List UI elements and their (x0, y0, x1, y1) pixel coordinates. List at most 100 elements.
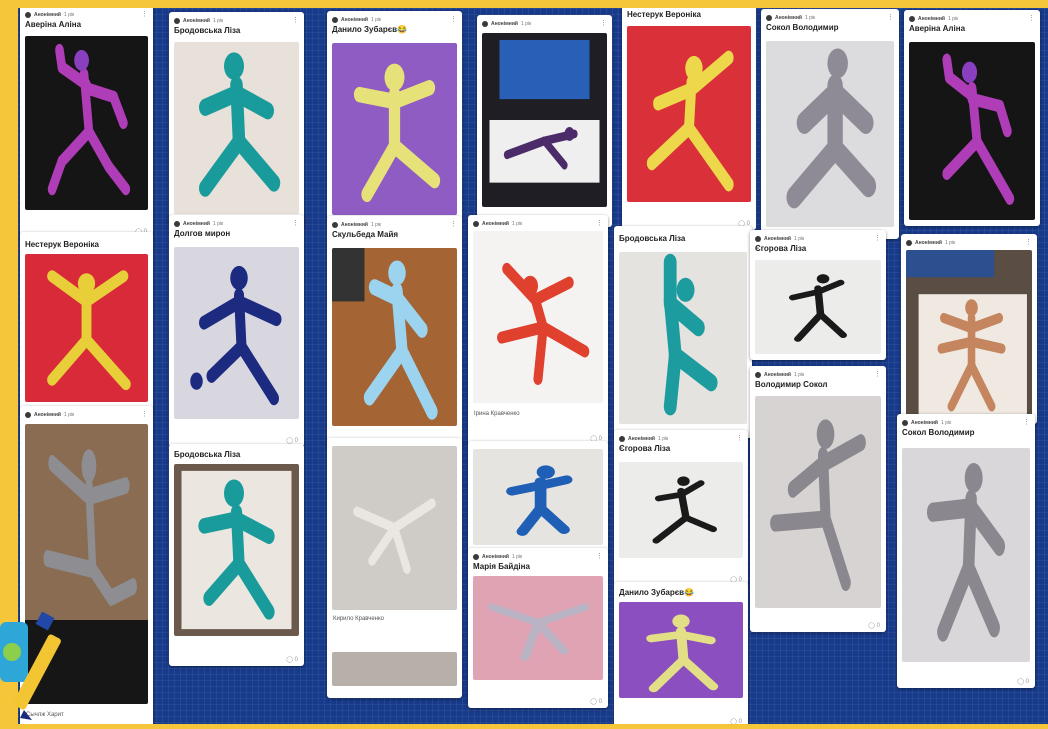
post-image[interactable] (332, 43, 457, 215)
post-author: Анонімний (183, 221, 210, 227)
post-title: Аверіна Аліна (909, 24, 966, 33)
post-card[interactable]: Анонімний 1 рік ⋮ Сокол Володимир ◯ 0 (897, 414, 1035, 688)
comment-icon[interactable]: ◯ 0 (730, 718, 742, 724)
avatar (174, 221, 180, 227)
post-time: 1 рік (944, 240, 956, 246)
post-image[interactable] (332, 446, 457, 610)
post-image[interactable] (332, 248, 457, 426)
post-card[interactable]: Данило Зубарєв😂 ◯ 0 (614, 582, 748, 724)
post-card[interactable]: Нестерук Вероніка (20, 232, 153, 412)
post-time: 1 рік (212, 18, 224, 24)
post-image[interactable] (482, 33, 607, 207)
post-card[interactable]: Кирило Кравченко (327, 438, 462, 698)
more-options-icon[interactable]: ⋮ (450, 16, 457, 23)
post-card[interactable]: Анонімний 1 рік ⋮ Долгов мирон ◯ 0 (169, 215, 304, 447)
post-image[interactable] (627, 26, 751, 202)
post-image[interactable] (473, 231, 603, 403)
post-card[interactable]: Нестерук Вероніка ◯ 0 (622, 8, 756, 230)
more-options-icon[interactable]: ⋮ (887, 14, 894, 21)
post-image[interactable] (909, 42, 1035, 220)
post-meta: Анонімний 1 рік ⋮ (902, 418, 1030, 428)
padlet-board: Анонімний1 рік⋮ Аверіна Аліна ◯ 0 Нестер… (18, 8, 1048, 724)
more-options-icon[interactable]: ⋮ (600, 20, 607, 27)
post-image[interactable] (906, 250, 1032, 420)
post-meta: Анонімний 1 рік ⋮ (755, 370, 881, 380)
post-card[interactable]: Анонімний 1 рік ⋮ Данило Зубарєв😂 (327, 11, 462, 221)
post-title: Нестерук Вероніка (627, 10, 701, 19)
post-card[interactable]: Анонімний 1 рік ⋮ Бродовська Ліза (169, 12, 304, 226)
mascot-illustration (0, 592, 80, 724)
more-options-icon[interactable]: ⋮ (292, 220, 299, 227)
post-title: Бродовська Ліза (619, 234, 686, 243)
post-title: Скульбеда Майя (332, 230, 399, 239)
post-image[interactable] (473, 449, 603, 545)
post-author: Анонімний (915, 240, 942, 246)
comment-icon[interactable]: ◯ 0 (590, 698, 602, 705)
post-card[interactable]: Анонімний1 рік⋮ Аверіна Аліна ◯ 0 (20, 8, 153, 238)
post-image[interactable] (766, 41, 894, 227)
post-time: 1 рік (63, 12, 75, 18)
more-options-icon[interactable]: ⋮ (1025, 239, 1032, 246)
post-card[interactable]: Анонімний 1 рік ⋮ (901, 234, 1037, 424)
comment-icon[interactable]: ◯ 0 (1017, 678, 1029, 685)
post-card[interactable]: Бродовська Ліза (614, 226, 752, 438)
more-options-icon[interactable]: ⋮ (874, 371, 881, 378)
more-options-icon[interactable]: ⋮ (736, 435, 743, 442)
post-time: 1 рік (793, 372, 805, 378)
post-image[interactable] (473, 576, 603, 680)
post-image[interactable] (755, 396, 881, 608)
post-image[interactable] (174, 42, 299, 214)
post-title: Бродовська Ліза (174, 450, 241, 459)
post-title: Данило Зубарєв😂 (332, 25, 408, 34)
more-options-icon[interactable]: ⋮ (141, 411, 148, 418)
post-meta: Анонімний 1 рік ⋮ (174, 219, 299, 229)
post-card[interactable]: Анонімний 1 рік ⋮ Марія Байдіна ◯ 0 (468, 548, 608, 708)
post-image[interactable] (25, 36, 148, 210)
post-card[interactable]: Анонімний 1 рік ⋮ Сокол Володимир (761, 9, 899, 239)
post-author: Анонімний (918, 16, 945, 22)
post-title: Володимир Сокол (755, 380, 828, 389)
post-meta: Анонімний 1 рік ⋮ (25, 410, 148, 420)
post-image[interactable] (902, 448, 1030, 662)
post-card[interactable]: Анонімний 1 рік ⋮ Ірина Кравченко ◯ 0 (468, 215, 608, 445)
post-meta: Анонімний 1 рік ⋮ (619, 434, 743, 444)
post-author: Анонімний (482, 221, 509, 227)
post-image[interactable] (25, 254, 148, 402)
post-card[interactable]: Анонімний 1 рік ⋮ Аверіна Аліна (904, 10, 1040, 226)
post-card[interactable]: Анонімний 1 рік ⋮ (477, 15, 612, 227)
post-image[interactable] (619, 252, 747, 424)
comment-icon[interactable]: ◯ 0 (286, 656, 298, 663)
post-title: Єгорова Ліза (755, 244, 807, 253)
post-image[interactable] (755, 260, 881, 354)
post-time: 1 рік (511, 554, 523, 560)
more-options-icon[interactable]: ⋮ (141, 11, 148, 18)
post-image[interactable] (174, 247, 299, 419)
comment-icon[interactable]: ◯ 0 (868, 622, 880, 629)
post-card[interactable]: Анонімний1 рік⋮ Скульбеда Майя ◯ 0 (327, 216, 462, 448)
post-card[interactable] (468, 441, 608, 553)
post-author: Анонімний (341, 17, 368, 23)
more-options-icon[interactable]: ⋮ (596, 553, 603, 560)
more-options-icon[interactable]: ⋮ (596, 220, 603, 227)
more-options-icon[interactable]: ⋮ (874, 235, 881, 242)
comment-icon[interactable]: ◯ 0 (286, 437, 298, 444)
post-image[interactable] (619, 602, 743, 698)
more-options-icon[interactable]: ⋮ (450, 221, 457, 228)
post-author: Анонімний (341, 222, 368, 228)
post-author: Анонімний (628, 436, 655, 442)
post-card[interactable]: Анонімний 1 рік ⋮ Володимир Сокол ◯ 0 (750, 366, 886, 632)
post-author: Анонімний (775, 15, 802, 21)
post-author: Анонімний (34, 12, 61, 18)
post-card[interactable]: Бродовська Ліза ◯ 0 (169, 444, 304, 666)
more-options-icon[interactable]: ⋮ (1023, 419, 1030, 426)
post-card[interactable]: Анонімний 1 рік ⋮ Єгорова Ліза (750, 230, 886, 360)
post-card[interactable]: Анонімний 1 рік ⋮ Єгорова Ліза ◯ 0 (614, 430, 748, 586)
post-image[interactable] (174, 464, 299, 636)
more-options-icon[interactable]: ⋮ (292, 17, 299, 24)
post-image[interactable] (619, 462, 743, 558)
post-time: 1 рік (793, 236, 805, 242)
more-options-icon[interactable]: ⋮ (1028, 15, 1035, 22)
post-image[interactable] (332, 652, 457, 686)
post-caption: Кирило Кравченко (333, 616, 384, 622)
avatar (619, 436, 625, 442)
